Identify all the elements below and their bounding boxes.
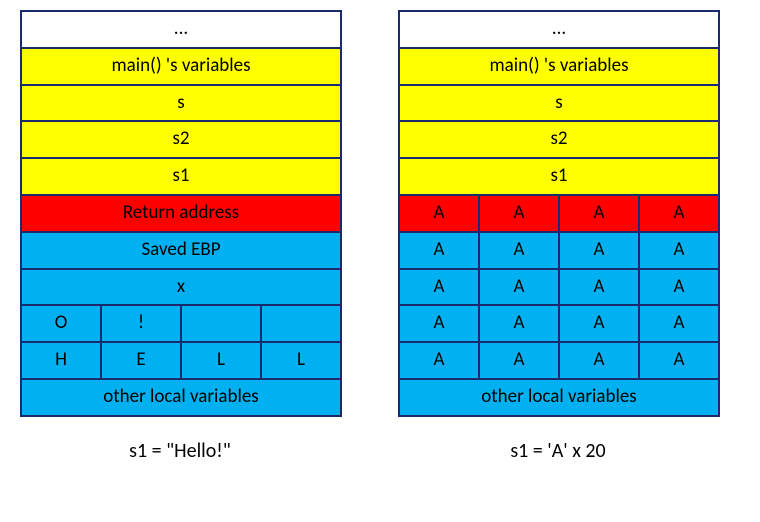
byte-cell: A bbox=[399, 232, 479, 269]
byte-cell: A bbox=[559, 305, 639, 342]
byte-cell: E bbox=[101, 342, 181, 379]
byte-cell: L bbox=[181, 342, 261, 379]
byte-cell: A bbox=[559, 342, 639, 379]
byte-cell: A bbox=[479, 232, 559, 269]
main-variables: main() 's variables bbox=[399, 48, 719, 85]
left-stack: ... main() 's variables s s2 s1 Return a… bbox=[20, 10, 342, 417]
byte-cell: H bbox=[21, 342, 101, 379]
saved-ebp-overflowed: A A A A bbox=[399, 232, 719, 269]
byte-cell: ! bbox=[101, 305, 181, 342]
buffer-row-1: O ! bbox=[21, 305, 341, 342]
saved-ebp: Saved EBP bbox=[21, 232, 341, 269]
left-column: ... main() 's variables s s2 s1 Return a… bbox=[20, 10, 342, 463]
right-stack: ... main() 's variables s s2 s1 A A A A … bbox=[398, 10, 720, 417]
byte-cell: A bbox=[639, 342, 719, 379]
return-address-overflowed: A A A A bbox=[399, 195, 719, 232]
buffer-row-1: A A A A bbox=[399, 305, 719, 342]
byte-cell: A bbox=[479, 342, 559, 379]
byte-cell: A bbox=[639, 269, 719, 306]
main-variables: main() 's variables bbox=[21, 48, 341, 85]
byte-cell bbox=[181, 305, 261, 342]
buffer-row-0: H E L L bbox=[21, 342, 341, 379]
byte-cell: A bbox=[639, 195, 719, 232]
byte-cell: A bbox=[559, 195, 639, 232]
byte-cell: A bbox=[639, 232, 719, 269]
byte-cell: L bbox=[261, 342, 341, 379]
right-caption: s1 = 'A' x 20 bbox=[398, 439, 718, 463]
byte-cell: A bbox=[399, 342, 479, 379]
byte-cell bbox=[261, 305, 341, 342]
other-locals: other local variables bbox=[21, 379, 341, 416]
byte-cell: A bbox=[399, 195, 479, 232]
byte-cell: A bbox=[479, 269, 559, 306]
byte-cell: A bbox=[479, 195, 559, 232]
other-locals: other local variables bbox=[399, 379, 719, 416]
buffer-row-0: A A A A bbox=[399, 342, 719, 379]
var-s: s bbox=[399, 85, 719, 122]
byte-cell: A bbox=[559, 232, 639, 269]
byte-cell: A bbox=[399, 305, 479, 342]
var-s2: s2 bbox=[21, 121, 341, 158]
ellipsis: ... bbox=[21, 11, 341, 48]
ellipsis: ... bbox=[399, 11, 719, 48]
var-x: x bbox=[21, 269, 341, 306]
byte-cell: A bbox=[399, 269, 479, 306]
byte-cell: A bbox=[559, 269, 639, 306]
var-x-overflowed: A A A A bbox=[399, 269, 719, 306]
return-address: Return address bbox=[21, 195, 341, 232]
var-s1: s1 bbox=[21, 158, 341, 195]
var-s: s bbox=[21, 85, 341, 122]
stack-diagrams: ... main() 's variables s s2 s1 Return a… bbox=[20, 10, 740, 463]
var-s2: s2 bbox=[399, 121, 719, 158]
var-s1: s1 bbox=[399, 158, 719, 195]
right-column: ... main() 's variables s s2 s1 A A A A … bbox=[398, 10, 720, 463]
byte-cell: A bbox=[479, 305, 559, 342]
left-caption: s1 = "Hello!" bbox=[20, 439, 340, 463]
byte-cell: O bbox=[21, 305, 101, 342]
byte-cell: A bbox=[639, 305, 719, 342]
